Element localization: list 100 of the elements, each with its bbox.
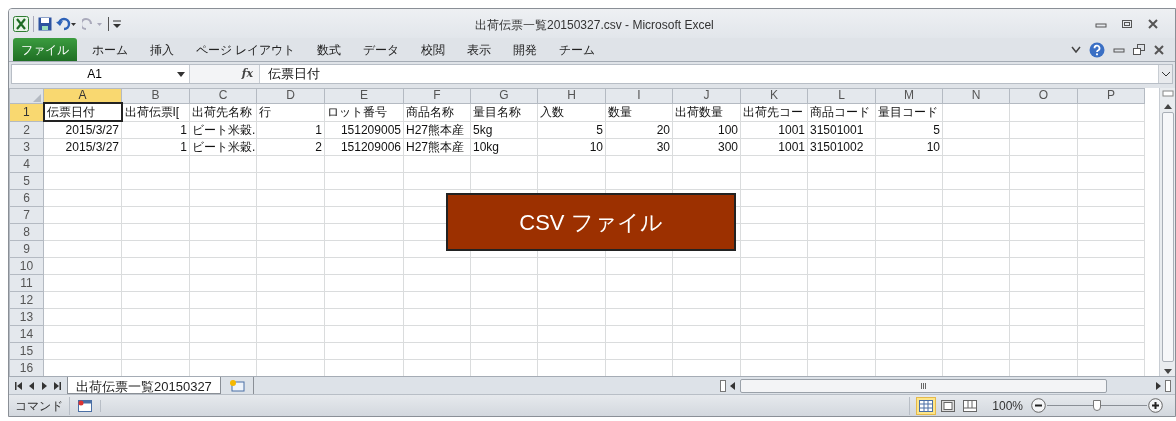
table-cell[interactable]: 151209005: [324, 121, 404, 139]
scroll-thumb[interactable]: [740, 378, 1107, 393]
zoom-out-icon[interactable]: [1031, 398, 1046, 413]
excel-logo-icon[interactable]: [13, 15, 29, 32]
help-icon[interactable]: [1089, 41, 1105, 58]
ribbon-tab[interactable]: 挿入: [139, 38, 185, 61]
save-icon[interactable]: [38, 16, 52, 31]
column-header[interactable]: H: [537, 88, 606, 103]
table-cell[interactable]: 10: [875, 138, 943, 156]
last-sheet-icon[interactable]: [54, 381, 61, 390]
column-header[interactable]: F: [403, 88, 471, 103]
table-cell[interactable]: 量目名称: [470, 103, 538, 121]
table-cell[interactable]: 300: [672, 138, 741, 156]
table-cell[interactable]: H27熊本産: [403, 138, 471, 156]
table-cell[interactable]: 100: [672, 121, 741, 139]
table-cell[interactable]: 5: [875, 121, 943, 139]
split-handle-icon[interactable]: [1165, 379, 1171, 392]
split-handle-icon[interactable]: [1161, 90, 1174, 98]
ribbon-tab[interactable]: データ: [352, 38, 411, 61]
table-cell[interactable]: 商品名称: [403, 103, 471, 121]
table-cell[interactable]: 出荷伝票I[: [121, 103, 190, 121]
table-cell[interactable]: 2: [256, 138, 325, 156]
table-cell[interactable]: ビート米穀.: [189, 121, 257, 139]
table-cell[interactable]: 出荷先コー: [740, 103, 808, 121]
column-header[interactable]: C: [189, 88, 257, 103]
column-header[interactable]: B: [121, 88, 190, 103]
table-cell[interactable]: 出荷先名称: [189, 103, 257, 121]
table-cell[interactable]: 量目コード: [875, 103, 943, 121]
ribbon-tab[interactable]: チーム: [548, 38, 607, 61]
ribbon-tab[interactable]: ホーム: [81, 38, 139, 61]
column-header[interactable]: P: [1077, 88, 1145, 103]
table-cell[interactable]: ビート米穀.: [189, 138, 257, 156]
grid-view-icon[interactable]: [916, 396, 937, 415]
zoom-in-icon[interactable]: [1148, 398, 1163, 413]
table-cell[interactable]: 1: [121, 138, 190, 156]
scroll-down-icon[interactable]: [1163, 369, 1172, 374]
ribbon-tab[interactable]: 数式: [306, 38, 353, 61]
scroll-thumb[interactable]: [1161, 112, 1174, 362]
previous-sheet-icon[interactable]: [28, 381, 35, 390]
split-handle-icon[interactable]: [720, 379, 726, 392]
window-title: 出荷伝票一覧20150327.csv - Microsoft Excel: [475, 17, 714, 34]
close-icon[interactable]: [1147, 18, 1159, 29]
table-cell[interactable]: 20: [605, 121, 673, 139]
table-cell[interactable]: 数量: [605, 103, 673, 121]
table-cell[interactable]: 31501001: [807, 121, 876, 139]
table-cell[interactable]: 151209006: [324, 138, 404, 156]
table-cell[interactable]: 5kg: [470, 121, 538, 139]
table-cell[interactable]: 行: [256, 103, 325, 121]
column-header[interactable]: D: [256, 88, 325, 103]
customize-toolbar-icon[interactable]: [113, 18, 121, 29]
column-header[interactable]: K: [740, 88, 808, 103]
column-header[interactable]: M: [875, 88, 943, 103]
sheet-tab[interactable]: 出荷伝票一覧20150327: [67, 377, 221, 394]
table-cell[interactable]: 1: [121, 121, 190, 139]
slider-thumb[interactable]: [1093, 399, 1101, 411]
table-cell[interactable]: 1001: [740, 138, 808, 156]
table-cell[interactable]: 1001: [740, 121, 808, 139]
column-header[interactable]: G: [470, 88, 538, 103]
table-cell[interactable]: 10kg: [470, 138, 538, 156]
table-cell[interactable]: 出荷数量: [672, 103, 741, 121]
ribbon-tab[interactable]: ページ レイアウト: [185, 38, 307, 61]
scroll-left-icon[interactable]: [730, 381, 736, 390]
ribbon-tab[interactable]: 開発: [502, 38, 549, 61]
ribbon-tab[interactable]: 表示: [456, 38, 503, 61]
maximize-icon[interactable]: [1121, 18, 1133, 29]
table-cell[interactable]: 10: [537, 138, 606, 156]
column-header[interactable]: E: [324, 88, 404, 103]
ribbon-tab[interactable]: 校閲: [410, 38, 457, 61]
zoom-level[interactable]: 100%: [992, 396, 1023, 415]
table-cell[interactable]: 31501002: [807, 138, 876, 156]
table-cell[interactable]: 5: [537, 121, 606, 139]
next-sheet-icon[interactable]: [41, 381, 48, 390]
file-tab[interactable]: ファイル: [13, 38, 77, 61]
table-cell[interactable]: 商品コード: [807, 103, 876, 121]
minimize-icon[interactable]: [1113, 45, 1125, 54]
grip-icon: [920, 382, 927, 389]
column-header[interactable]: J: [672, 88, 741, 103]
table-cell[interactable]: 30: [605, 138, 673, 156]
table-cell[interactable]: 入数: [537, 103, 606, 121]
csv-file-label: CSV ファイル: [446, 193, 736, 251]
table-cell[interactable]: ロット番号: [324, 103, 404, 121]
corner-triangle-icon: [33, 93, 41, 102]
column-header[interactable]: O: [1009, 88, 1078, 103]
ribbon-expand-icon[interactable]: [1071, 45, 1081, 54]
close-icon[interactable]: [1153, 44, 1165, 55]
table-cell[interactable]: 伝票日付: [43, 103, 122, 121]
status-mode: コマンド: [9, 396, 70, 415]
scroll-right-icon[interactable]: [1155, 381, 1161, 390]
zoom-slider[interactable]: [1047, 398, 1147, 413]
table-cell[interactable]: 2015/3/27: [43, 121, 122, 139]
table-cell[interactable]: 2015/3/27: [43, 138, 122, 156]
restore-icon[interactable]: [1133, 44, 1145, 55]
column-header[interactable]: I: [605, 88, 673, 103]
column-header[interactable]: L: [807, 88, 876, 103]
undo-icon[interactable]: [56, 16, 78, 31]
column-header[interactable]: N: [942, 88, 1010, 103]
table-cell[interactable]: H27熊本産: [403, 121, 471, 139]
first-sheet-icon[interactable]: [15, 381, 22, 390]
table-cell[interactable]: 1: [256, 121, 325, 139]
scroll-up-icon[interactable]: [1163, 104, 1172, 109]
